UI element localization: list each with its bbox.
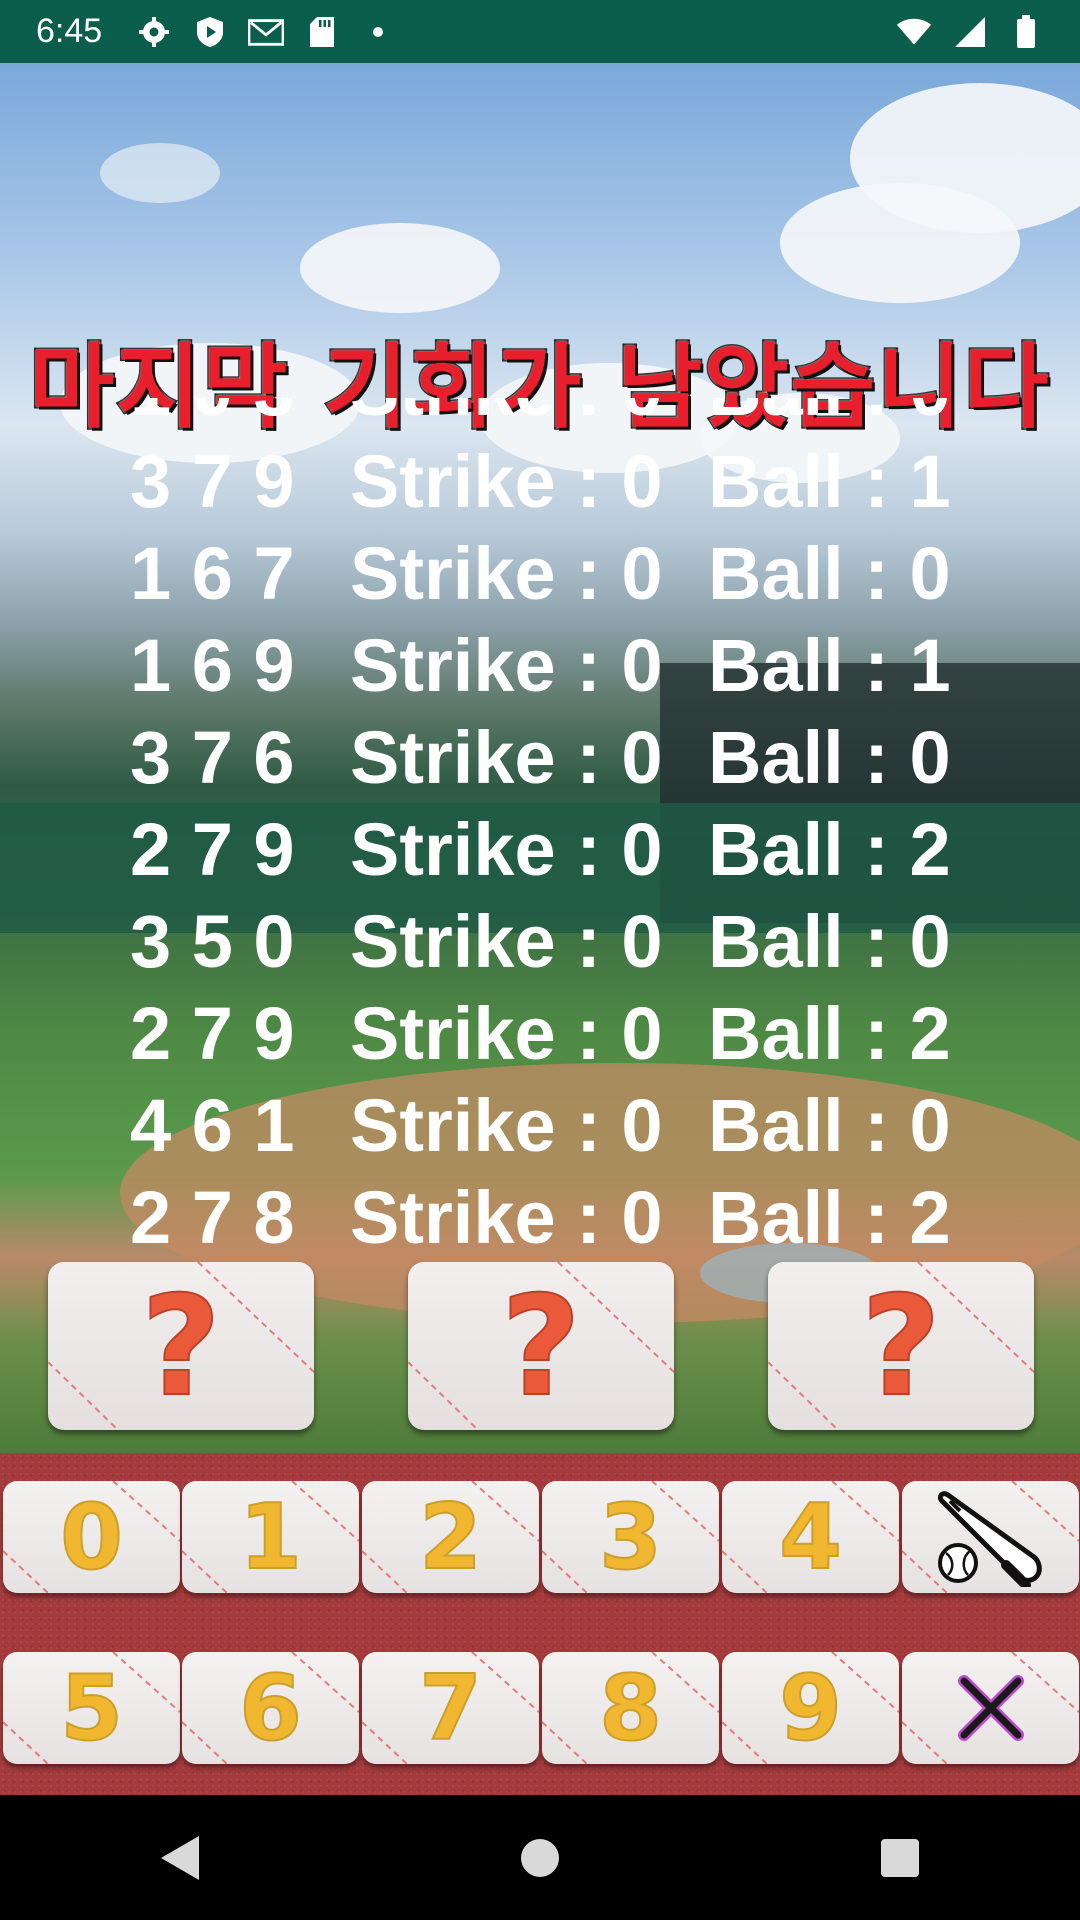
- key-0[interactable]: 0: [3, 1481, 180, 1593]
- ball-count: Ball : 0: [708, 716, 951, 799]
- strike-count: Strike : 0: [350, 808, 663, 891]
- key-label: 5: [59, 1655, 124, 1762]
- home-icon: [521, 1838, 559, 1877]
- strike-count: Strike : 0: [350, 900, 663, 983]
- ball-count: Ball : 2: [708, 1176, 951, 1259]
- strike-count: Strike : 0: [350, 1084, 663, 1167]
- strike-count: Strike : 0: [350, 532, 663, 615]
- guess-slot-2: ?: [408, 1262, 674, 1430]
- guess-numbers: 2 7 9: [130, 808, 295, 891]
- key-8[interactable]: 8: [542, 1652, 719, 1764]
- key-label: 4: [778, 1484, 843, 1591]
- strike-count: Strike : 0: [350, 624, 663, 707]
- status-time: 6:45: [36, 12, 103, 50]
- guess-numbers: 3 5 0: [130, 900, 295, 983]
- key-label: 9: [778, 1655, 843, 1762]
- guess-numbers: 2 7 9: [130, 992, 295, 1075]
- guess-numbers: 1 6 7: [130, 532, 295, 615]
- back-icon: [161, 1835, 199, 1880]
- key-7[interactable]: 7: [362, 1652, 539, 1764]
- key-label: 3: [598, 1484, 663, 1591]
- key-1[interactable]: 1: [182, 1481, 359, 1593]
- stadium-background: 마지막 기회가 남았습니다 1 0 3Strike : 0Ball : 03 7…: [0, 63, 1080, 1453]
- close-icon: [957, 1675, 1024, 1741]
- guess-numbers: 1 6 9: [130, 624, 295, 707]
- guess-history-list: 1 0 3 Strike : 0 Ball : 0 3 7 9 Strike : 0 Ba…: [130, 398, 970, 1262]
- delete-button[interactable]: [902, 1652, 1079, 1764]
- ball-count: Ball : 0: [708, 900, 951, 983]
- key-9[interactable]: 9: [722, 1652, 899, 1764]
- key-label: 6: [238, 1655, 303, 1762]
- key-5[interactable]: 5: [3, 1652, 180, 1764]
- key-6[interactable]: 6: [182, 1652, 359, 1764]
- home-button[interactable]: [490, 1808, 590, 1908]
- submit-button[interactable]: [902, 1481, 1079, 1593]
- recents-button[interactable]: [850, 1808, 950, 1908]
- status-bar: 6:45: [0, 0, 1080, 63]
- gear-icon: [136, 14, 172, 50]
- strike-count: Strike : 0: [350, 716, 663, 799]
- key-3[interactable]: 3: [542, 1481, 719, 1593]
- ball-count: Ball : 0: [708, 398, 951, 436]
- sd-card-icon: [304, 14, 340, 50]
- guess-numbers: 1 0 3: [130, 398, 295, 436]
- key-label: 0: [59, 1484, 124, 1591]
- signal-icon: [952, 14, 988, 50]
- dot-icon: [360, 14, 396, 50]
- back-button[interactable]: [130, 1808, 230, 1908]
- number-keypad: 0 1 2 3 4 5 6 7 8 9: [0, 1453, 1080, 1795]
- strike-count: Strike : 0: [350, 1176, 663, 1259]
- recents-icon: [881, 1838, 919, 1877]
- strike-count: Strike : 0: [350, 440, 663, 523]
- key-label: 2: [418, 1484, 483, 1591]
- strike-count: Strike : 0: [350, 992, 663, 1075]
- question-mark: ?: [140, 1265, 222, 1428]
- key-2[interactable]: 2: [362, 1481, 539, 1593]
- ball-count: Ball : 0: [708, 1084, 951, 1167]
- key-label: 8: [598, 1655, 663, 1762]
- guess-numbers: 4 6 1: [130, 1084, 295, 1167]
- navigation-bar: [0, 1795, 1080, 1920]
- strike-count: Strike : 0: [350, 398, 663, 436]
- ball-count: Ball : 1: [708, 624, 951, 707]
- ball-count: Ball : 2: [708, 808, 951, 891]
- wifi-icon: [896, 14, 932, 50]
- ball-count: Ball : 2: [708, 992, 951, 1075]
- guess-slot-1: ?: [48, 1262, 314, 1430]
- guess-numbers: 3 7 9: [130, 440, 295, 523]
- ball-count: Ball : 0: [708, 532, 951, 615]
- shield-play-icon: [192, 14, 228, 50]
- guess-numbers: 2 7 8: [130, 1176, 295, 1259]
- ball-count: Ball : 1: [708, 440, 951, 523]
- key-4[interactable]: 4: [722, 1481, 899, 1593]
- key-label: 1: [238, 1484, 303, 1591]
- question-mark: ?: [860, 1265, 942, 1428]
- guess-numbers: 3 7 6: [130, 716, 295, 799]
- question-mark: ?: [500, 1265, 582, 1428]
- guess-slot-3: ?: [768, 1262, 1034, 1430]
- key-label: 7: [418, 1655, 483, 1762]
- bat-and-ball-icon: [937, 1491, 1042, 1587]
- battery-icon: [1008, 14, 1044, 50]
- mail-icon: [248, 14, 285, 50]
